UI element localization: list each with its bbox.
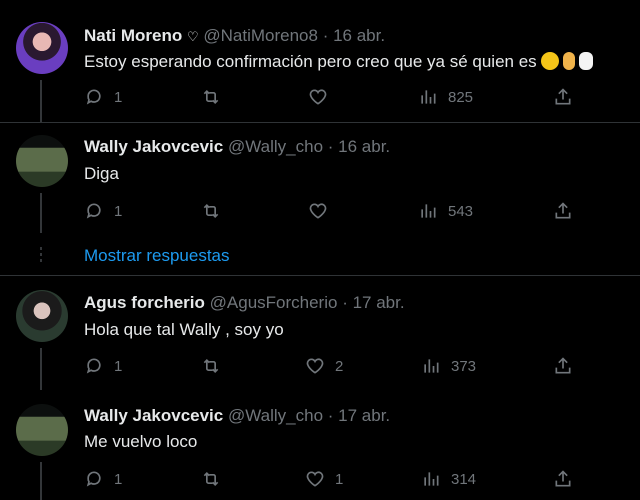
reply-count: 1 — [114, 470, 123, 488]
tweet-text: Diga — [84, 164, 119, 183]
tweet-text: Estoy esperando confirmación pero creo q… — [84, 52, 537, 71]
avatar[interactable] — [16, 404, 68, 456]
retweet-icon — [203, 89, 219, 105]
views-count: 543 — [448, 202, 474, 220]
show-replies-link[interactable]: Mostrar respuestas — [84, 246, 230, 266]
author-name[interactable]: Agus forcherio — [84, 293, 205, 312]
author-name[interactable]: Wally Jakovcevic — [84, 406, 223, 425]
views-button[interactable]: 373 — [421, 356, 476, 376]
tweet-2[interactable]: Wally Jakovcevic @Wally_cho · 16 abr. Di… — [0, 123, 640, 238]
crossed-fingers-icon — [562, 52, 575, 70]
tweet-date[interactable]: 17 abr. — [353, 293, 405, 312]
views-button[interactable]: 314 — [421, 469, 476, 489]
share-icon — [555, 88, 571, 105]
reply-count: 1 — [114, 357, 123, 375]
separator-dot: · — [327, 137, 334, 156]
reply-count: 1 — [114, 88, 123, 106]
tweet-date[interactable]: 16 abr. — [338, 137, 390, 156]
views-chart-icon — [421, 204, 436, 218]
share-icon — [555, 202, 571, 219]
views-count: 825 — [448, 88, 474, 106]
author-name[interactable]: Wally Jakovcevic — [84, 137, 223, 156]
retweet-button[interactable] — [200, 87, 222, 107]
author-handle[interactable]: @Wally_cho — [228, 137, 323, 156]
retweet-icon — [203, 203, 219, 219]
thread-line — [40, 193, 42, 233]
author-handle[interactable]: @Wally_cho — [228, 406, 323, 425]
views-chart-icon — [421, 90, 436, 104]
like-button[interactable] — [308, 201, 338, 221]
avatar[interactable] — [16, 22, 68, 74]
tweet-1[interactable]: Nati Moreno ♡ @NatiMoreno8 · 16 abr. Est… — [0, 0, 640, 122]
reply-button[interactable]: 1 — [84, 469, 122, 489]
reply-count: 1 — [114, 202, 123, 220]
views-count: 314 — [451, 470, 477, 488]
author-handle[interactable]: @NatiMoreno8 — [203, 26, 318, 45]
separator-dot: · — [322, 26, 329, 45]
avatar[interactable] — [16, 135, 68, 187]
chicken-icon — [578, 52, 593, 70]
views-chart-icon — [424, 359, 439, 373]
share-button[interactable] — [553, 469, 573, 489]
reply-icon — [86, 358, 101, 374]
author-name[interactable]: Nati Moreno — [84, 26, 182, 45]
tweet-text: Hola que tal Wally , soy yo — [84, 320, 284, 339]
separator-dot: · — [342, 293, 348, 312]
like-button[interactable] — [308, 87, 338, 107]
views-chart-icon — [424, 472, 439, 486]
reply-button[interactable]: 1 — [84, 201, 122, 221]
retweet-icon — [203, 358, 219, 374]
retweet-button[interactable] — [200, 469, 222, 489]
like-button[interactable]: 1 — [305, 469, 343, 489]
heart-icon — [306, 358, 324, 374]
tweet-date[interactable]: 17 abr. — [338, 406, 390, 425]
heart-badge-icon: ♡ — [186, 29, 199, 44]
share-icon — [555, 470, 571, 487]
reply-icon — [86, 89, 101, 105]
separator-dot: · — [327, 406, 334, 425]
retweet-icon — [203, 471, 219, 487]
heart-icon — [306, 471, 324, 487]
tweet-3[interactable]: Agus forcherio @AgusForcherio · 17 abr. … — [0, 276, 640, 391]
views-button[interactable]: 543 — [418, 201, 473, 221]
tweet-text: Me vuelvo loco — [84, 432, 198, 451]
thread-line — [40, 80, 42, 122]
reply-icon — [86, 203, 101, 219]
share-button[interactable] — [553, 356, 573, 376]
face-with-tears-of-joy-icon — [540, 52, 559, 70]
share-button[interactable] — [553, 87, 573, 107]
retweet-button[interactable] — [200, 201, 222, 221]
reply-icon — [86, 471, 101, 487]
thread-line — [40, 462, 42, 500]
reply-button[interactable]: 1 — [84, 87, 122, 107]
retweet-button[interactable] — [200, 356, 222, 376]
share-icon — [555, 357, 571, 374]
author-handle[interactable]: @AgusForcherio — [210, 293, 338, 312]
like-count: 1 — [335, 470, 344, 488]
thread-line — [40, 348, 42, 390]
heart-icon — [309, 89, 327, 105]
views-count: 373 — [451, 357, 477, 375]
tweet-4[interactable]: Wally Jakovcevic @Wally_cho · 17 abr. Me… — [0, 392, 640, 500]
like-count: 2 — [335, 357, 344, 375]
thread-dots — [40, 247, 42, 265]
reply-button[interactable]: 1 — [84, 356, 122, 376]
like-button[interactable]: 2 — [305, 356, 343, 376]
avatar[interactable] — [16, 290, 68, 342]
tweet-date[interactable]: 16 abr. — [333, 26, 385, 45]
share-button[interactable] — [553, 201, 573, 221]
views-button[interactable]: 825 — [418, 87, 473, 107]
heart-icon — [309, 203, 327, 219]
